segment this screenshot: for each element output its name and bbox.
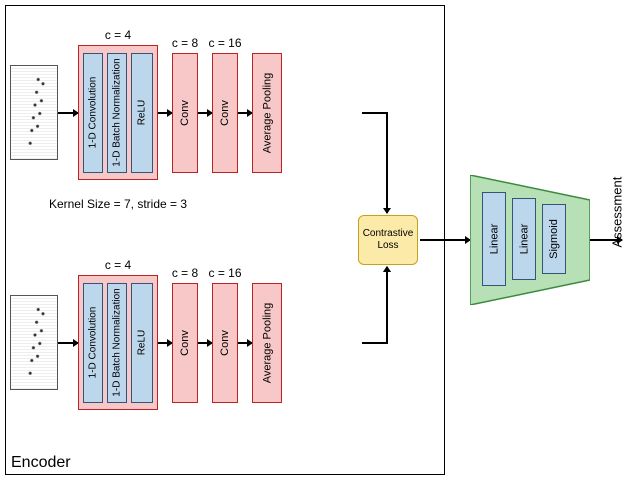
- conv-block-2: c = 8 Conv: [172, 53, 198, 173]
- conv-layer: 1-D Convolution: [83, 283, 103, 403]
- conv-block-3: c = 16 Conv: [212, 53, 238, 173]
- arrow-icon: [58, 112, 78, 114]
- channels-label: c = 4: [105, 258, 131, 272]
- channels-label: c = 16: [208, 266, 241, 280]
- arrow-icon: [420, 239, 470, 241]
- batchnorm-layer: 1-D Batch Normalization: [107, 53, 127, 173]
- encoder-branch-bottom: Pitch Contour c = 4 1-D Convolution 1-D …: [10, 275, 282, 410]
- pitch-contour-input: [10, 65, 58, 160]
- relu-layer: ReLU: [131, 283, 153, 403]
- channels-label: c = 16: [208, 36, 241, 50]
- arrow-icon: [238, 112, 252, 114]
- connector: [362, 342, 386, 344]
- contrastive-loss-block: Contrastive Loss: [358, 215, 418, 265]
- conv-block-2: c = 8 Conv: [172, 283, 198, 403]
- conv-block-1: c = 4 Kernel Size = 7, stride = 3 1-D Co…: [78, 45, 158, 180]
- channels-label: c = 8: [172, 266, 198, 280]
- avg-pool-block: Average Pooling: [252, 53, 282, 173]
- channels-label: c = 4: [105, 28, 131, 42]
- relu-layer: ReLU: [131, 53, 153, 173]
- conv-layer: 1-D Convolution: [83, 53, 103, 173]
- pitch-contour-input: [10, 295, 58, 390]
- arrow-icon: [158, 112, 172, 114]
- arrow-up-icon: [386, 267, 388, 344]
- connector: [362, 112, 386, 114]
- conv-block-1: c = 4 1-D Convolution 1-D Batch Normaliz…: [78, 275, 158, 410]
- channels-label: c = 8: [172, 36, 198, 50]
- arrow-icon: [238, 342, 252, 344]
- linear-layer-1: Linear: [482, 192, 506, 286]
- arrow-icon: [198, 112, 212, 114]
- sigmoid-layer: Sigmoid: [542, 204, 566, 274]
- assessment-head: Linear Linear Sigmoid: [470, 175, 590, 305]
- arrow-down-icon: [386, 112, 388, 213]
- conv-block-3: c = 16 Conv: [212, 283, 238, 403]
- avg-pool-block: Average Pooling: [252, 283, 282, 403]
- encoder-label: Encoder: [11, 454, 71, 472]
- arrow-icon: [158, 342, 172, 344]
- assessment-output-label: Assessment: [610, 177, 625, 248]
- arrow-icon: [58, 342, 78, 344]
- linear-layer-2: Linear: [512, 198, 536, 280]
- batchnorm-layer: 1-D Batch Normalization: [107, 283, 127, 403]
- encoder-branch-top: Pitch Contour c = 4 Kernel Size = 7, str…: [10, 45, 282, 180]
- kernel-size-label: Kernel Size = 7, stride = 3: [43, 197, 193, 211]
- arrow-icon: [198, 342, 212, 344]
